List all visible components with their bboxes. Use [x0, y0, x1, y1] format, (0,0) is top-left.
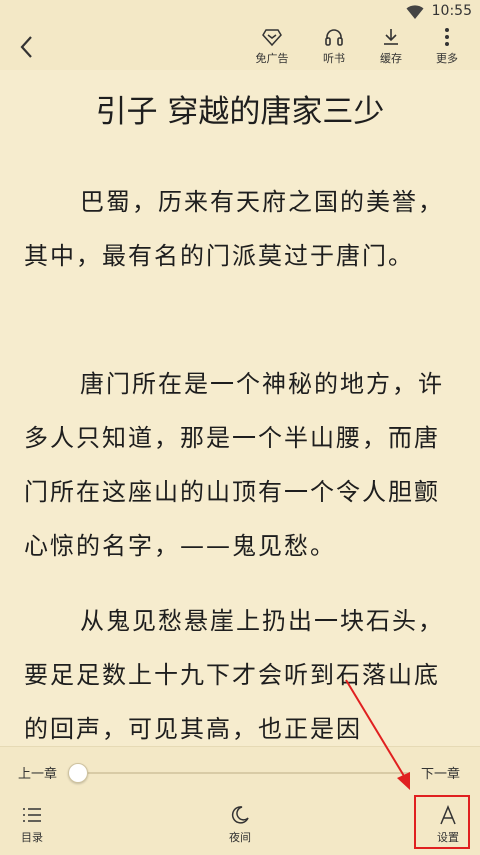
cache-label: 缓存 — [380, 52, 402, 65]
night-mode-label: 夜间 — [229, 831, 251, 844]
headphones-icon — [325, 29, 343, 46]
back-arrow-icon[interactable] — [14, 34, 40, 60]
remove-ads-button[interactable]: 免广告 — [246, 27, 298, 69]
remove-ads-label: 免广告 — [255, 52, 289, 65]
paragraph-2: 唐门所在是一个神秘的地方，许多人只知道，那是一个半山腰，而唐门所在这座山的山顶有… — [24, 370, 444, 560]
more-button[interactable]: 更多 — [421, 27, 473, 69]
moon-icon — [231, 806, 249, 824]
diamond-icon — [262, 29, 282, 47]
bottom-bar: 上一章 下一章 目录 夜间 设置 — [0, 746, 480, 855]
status-time: 10:55 — [431, 3, 472, 19]
next-chapter-button[interactable]: 下一章 — [421, 763, 460, 782]
listen-button[interactable]: 听书 — [308, 27, 360, 69]
paragraph-1: 巴蜀，历来有天府之国的美誉，其中，最有名的门派莫过于唐门。 — [24, 188, 444, 270]
more-vertical-icon — [445, 28, 449, 46]
reader-toolbar: 免广告 听书 缓存 更多 — [0, 24, 480, 71]
chapter-progress-thumb[interactable] — [68, 763, 88, 783]
status-bar: 10:55 — [0, 0, 480, 24]
list-icon — [23, 808, 41, 822]
download-icon — [384, 29, 398, 45]
chapter-progress-track[interactable] — [70, 772, 410, 774]
more-label: 更多 — [436, 52, 458, 65]
wifi-icon — [406, 5, 424, 19]
chapter-title: 引子 穿越的唐家三少 — [95, 94, 385, 130]
settings-highlight-box — [414, 795, 470, 849]
catalog-button[interactable]: 目录 — [2, 805, 62, 849]
prev-chapter-button[interactable]: 上一章 — [18, 763, 57, 782]
catalog-label: 目录 — [21, 831, 43, 844]
night-mode-button[interactable]: 夜间 — [210, 805, 270, 849]
reading-area[interactable]: 引子 穿越的唐家三少 巴蜀，历来有天府之国的美誉，其中，最有名的门派莫过于唐门。… — [0, 70, 480, 746]
cache-button[interactable]: 缓存 — [365, 27, 417, 69]
listen-label: 听书 — [323, 52, 345, 65]
paragraph-3: 从鬼见愁悬崖上扔出一块石头，要足足数上十九下才会听到石落山底的回声，可见其高，也… — [24, 607, 444, 743]
